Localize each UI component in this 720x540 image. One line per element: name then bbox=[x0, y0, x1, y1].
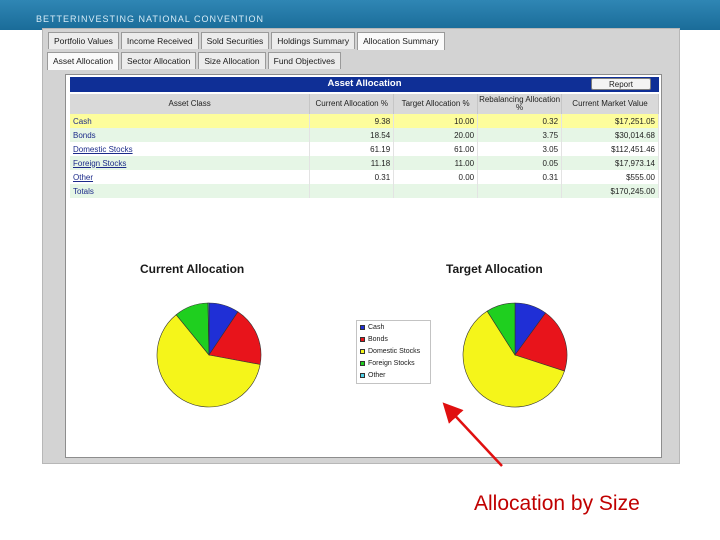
annotation-arrow bbox=[442, 402, 503, 467]
slide-caption: Allocation by Size bbox=[474, 492, 640, 515]
annotation-overlay bbox=[442, 402, 503, 467]
